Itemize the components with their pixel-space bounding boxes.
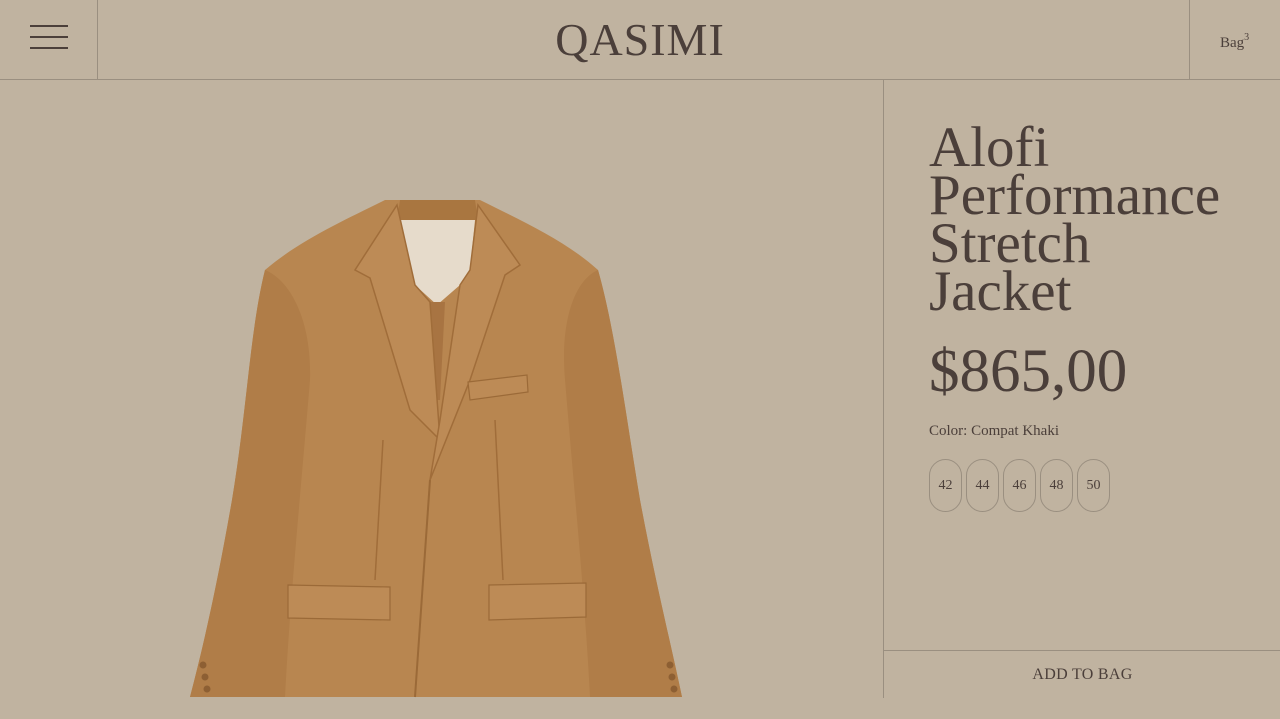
product-price: $865,00 bbox=[929, 338, 1128, 405]
size-option-42[interactable]: 42 bbox=[929, 459, 962, 512]
product-title: Alofi Performance Stretch Jacket bbox=[929, 119, 1274, 320]
size-option-50[interactable]: 50 bbox=[1077, 459, 1110, 512]
logo-link[interactable]: QASIMI bbox=[555, 14, 725, 65]
color-value: Compat Khaki bbox=[971, 423, 1059, 439]
bag-count-badge: 3 bbox=[1244, 32, 1250, 43]
size-selector: 42 44 46 48 50 bbox=[929, 459, 1110, 512]
bag-cell: Bag3 bbox=[1189, 0, 1280, 79]
bag-link[interactable]: Bag3 bbox=[1220, 32, 1250, 52]
product-image-area bbox=[0, 80, 883, 698]
size-option-46[interactable]: 46 bbox=[1003, 459, 1036, 512]
product-details: Alofi Performance Stretch Jacket $865,00… bbox=[883, 80, 1280, 698]
site-header: QASIMI Bag3 bbox=[0, 0, 1280, 80]
size-option-44[interactable]: 44 bbox=[966, 459, 999, 512]
color-info: Color: Compat Khaki bbox=[929, 423, 1059, 440]
size-option-48[interactable]: 48 bbox=[1040, 459, 1073, 512]
jacket-image bbox=[190, 200, 682, 698]
title-line: Jacket bbox=[929, 260, 1072, 323]
bag-label: Bag bbox=[1220, 35, 1245, 51]
color-label: Color: bbox=[929, 423, 968, 439]
add-to-bag-button[interactable]: ADD TO BAG bbox=[884, 650, 1280, 698]
site-logo: QASIMI bbox=[0, 14, 1280, 66]
